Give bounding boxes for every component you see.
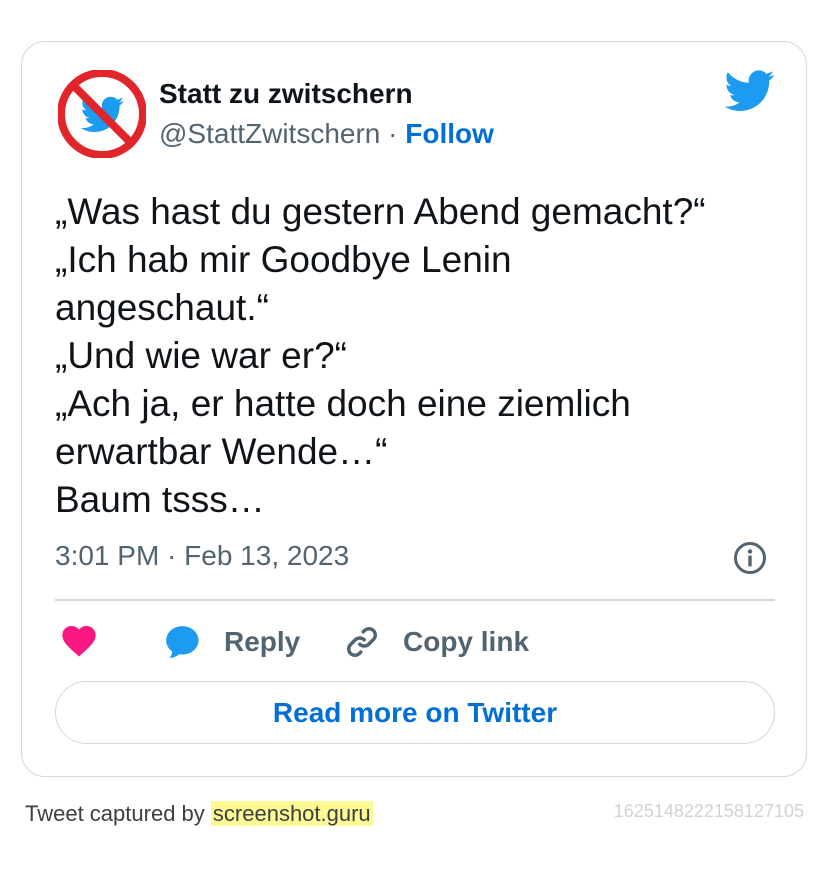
author-display-name[interactable]: Statt zu zwitschern (159, 78, 413, 110)
capture-credit: Tweet captured by screenshot.guru (25, 801, 373, 827)
link-icon (346, 626, 378, 658)
action-bar: Reply Copy link (22, 617, 808, 667)
copy-link-button[interactable]: Copy link (343, 617, 529, 667)
tweet-line: Baum tsss… (55, 479, 265, 520)
capture-brand-link[interactable]: screenshot.guru (210, 801, 373, 826)
tweet-timestamp[interactable]: 3:01 PM · Feb 13, 2023 (55, 540, 349, 572)
tweet-line: „Ach ja, er hatte doch eine ziemlich (55, 383, 631, 424)
tweet-card: Statt zu zwitschern @StattZwitschern · F… (21, 41, 807, 777)
copy-link-label: Copy link (403, 626, 530, 657)
tweet-text: „Was hast du gestern Abend gemacht?“ „Ic… (55, 188, 785, 524)
divider (55, 599, 775, 601)
heart-icon (62, 626, 96, 657)
reply-label: Reply (224, 626, 301, 657)
no-twitter-bird-avatar-icon (57, 69, 147, 159)
capture-credit-prefix: Tweet captured by (25, 801, 205, 826)
twitter-bird-icon[interactable] (724, 70, 775, 112)
info-icon[interactable] (733, 541, 767, 575)
tweet-line: „Ich hab mir Goodbye Lenin (55, 239, 512, 280)
tweet-line: „Was hast du gestern Abend gemacht?“ (55, 191, 706, 232)
separator-dot: · (388, 118, 398, 149)
reply-bubble-icon (166, 626, 199, 658)
follow-link[interactable]: Follow (405, 118, 494, 149)
tweet-line: „Und wie war er?“ (55, 335, 347, 376)
reply-button[interactable]: Reply (162, 617, 300, 667)
tweet-id: 1625148222158127105 (613, 801, 804, 821)
like-button[interactable] (59, 621, 99, 661)
tweet-line: angeschaut.“ (55, 287, 269, 328)
tweet-line: erwartbar Wende…“ (55, 431, 388, 472)
author-handle[interactable]: @StattZwitschern (159, 118, 380, 149)
read-more-button[interactable]: Read more on Twitter (55, 681, 775, 744)
author-handle-row: @StattZwitschern · Follow (159, 118, 494, 150)
avatar[interactable] (57, 69, 147, 159)
